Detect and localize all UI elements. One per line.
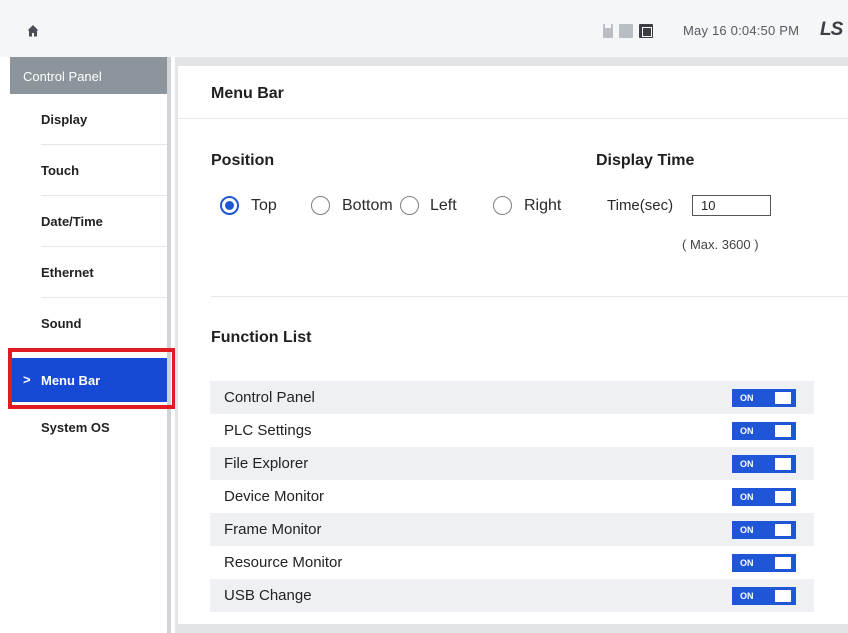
radio-label: Top (251, 196, 277, 214)
list-item: Resource Monitor ON (210, 546, 814, 579)
radio-left[interactable]: Left (400, 196, 457, 215)
list-item: Control Panel ON (210, 381, 814, 414)
function-name: Control Panel (224, 389, 315, 406)
sidebar-item-system-os[interactable]: System OS (10, 402, 167, 453)
toggle-switch[interactable]: ON (732, 454, 796, 473)
function-name: File Explorer (224, 455, 309, 472)
radio-right[interactable]: Right (493, 196, 561, 215)
toggle-knob (775, 589, 791, 602)
radio-unchecked-icon (311, 196, 330, 215)
function-list-heading: Function List (211, 329, 312, 346)
radio-label: Right (524, 196, 562, 214)
storage-indicators (603, 24, 653, 38)
list-item: USB Change ON (210, 579, 814, 612)
function-list: Control Panel ON PLC Settings ON File Ex… (210, 381, 814, 612)
radio-top[interactable]: Top (220, 196, 277, 215)
toggle-switch[interactable]: ON (732, 421, 796, 440)
toggle-state: ON (740, 524, 754, 535)
sd-card-icon (619, 24, 633, 38)
radio-unchecked-icon (400, 196, 419, 215)
toggle-knob (775, 457, 791, 470)
function-name: USB Change (224, 587, 312, 604)
time-sec-input[interactable] (692, 195, 771, 216)
function-name: Resource Monitor (224, 554, 343, 571)
toggle-switch[interactable]: ON (732, 553, 796, 572)
sidebar-item-label: Date/Time (41, 214, 103, 229)
divider (211, 296, 848, 297)
status-bar: May 16 0:04:50 PM LS (0, 0, 848, 57)
function-name: PLC Settings (224, 422, 312, 439)
usb-icon (639, 24, 653, 38)
home-icon[interactable] (26, 24, 40, 38)
toggle-state: ON (740, 392, 754, 403)
sidebar: Control Panel Display Touch Date/Time Et… (10, 57, 171, 633)
sidebar-item-label: Menu Bar (41, 373, 101, 388)
sidebar-item-label: Display (41, 112, 88, 127)
list-item: PLC Settings ON (210, 414, 814, 447)
toggle-state: ON (740, 590, 754, 601)
toggle-state: ON (740, 557, 754, 568)
radio-checked-icon (220, 196, 239, 215)
time-max-note: ( Max. 3600 ) (682, 237, 759, 252)
clock: May 16 0:04:50 PM (683, 23, 800, 38)
radio-bottom[interactable]: Bottom (311, 196, 393, 215)
function-name: Device Monitor (224, 488, 325, 505)
toggle-knob (775, 556, 791, 569)
toggle-switch[interactable]: ON (732, 388, 796, 407)
display-time-heading: Display Time (596, 152, 695, 169)
toggle-state: ON (740, 458, 754, 469)
sidebar-item-label: System OS (41, 420, 110, 435)
toggle-switch[interactable]: ON (732, 487, 796, 506)
sidebar-item-display[interactable]: Display (10, 94, 167, 145)
sidebar-item-label: Ethernet (41, 265, 94, 280)
brand-logo: LS (820, 19, 843, 40)
divider (178, 118, 848, 119)
radio-unchecked-icon (493, 196, 512, 215)
toggle-switch[interactable]: ON (732, 520, 796, 539)
function-name: Frame Monitor (224, 521, 322, 538)
chevron-right-icon: > (23, 372, 31, 387)
radio-label: Bottom (342, 196, 393, 214)
sidebar-item-label: Sound (41, 316, 82, 331)
toggle-knob (775, 490, 791, 503)
sidebar-item-sound[interactable]: Sound (10, 298, 167, 349)
radio-label: Left (430, 196, 457, 214)
sidebar-item-menu-bar[interactable]: > Menu Bar (10, 358, 167, 402)
sd-card-icon (603, 24, 613, 38)
toggle-knob (775, 391, 791, 404)
toggle-switch[interactable]: ON (732, 586, 796, 605)
toggle-state: ON (740, 425, 754, 436)
toggle-state: ON (740, 491, 754, 502)
sidebar-item-ethernet[interactable]: Ethernet (10, 247, 167, 298)
page-title: Menu Bar (211, 85, 284, 102)
toggle-knob (775, 523, 791, 536)
sidebar-item-touch[interactable]: Touch (10, 145, 167, 196)
list-item: Frame Monitor ON (210, 513, 814, 546)
sidebar-item-label: Touch (41, 163, 80, 178)
main-panel: Menu Bar Position Display Time Top Botto… (178, 66, 848, 624)
toggle-knob (775, 424, 791, 437)
time-field-label: Time(sec) (607, 197, 674, 214)
position-heading: Position (211, 152, 275, 169)
list-item: Device Monitor ON (210, 480, 814, 513)
sidebar-header: Control Panel (10, 57, 167, 94)
list-item: File Explorer ON (210, 447, 814, 480)
sidebar-item-date-time[interactable]: Date/Time (10, 196, 167, 247)
